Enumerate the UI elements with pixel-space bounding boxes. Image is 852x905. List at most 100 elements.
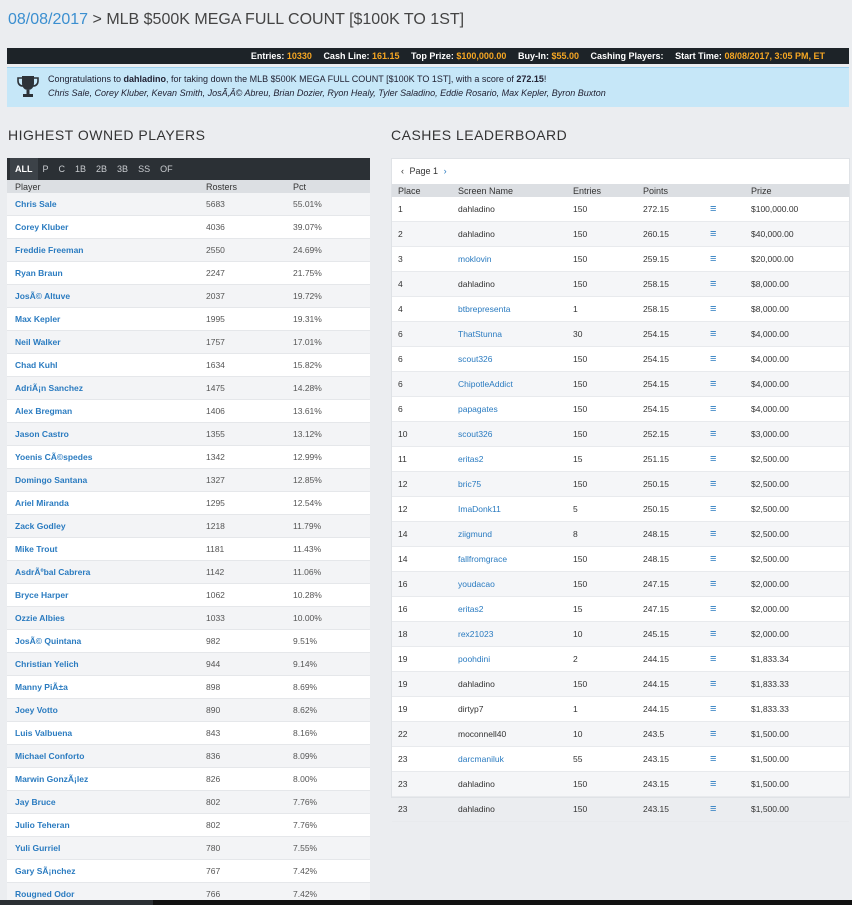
player-name-link[interactable]: Ozzie Albies bbox=[15, 613, 65, 623]
lineup-list-icon[interactable]: ≡ bbox=[710, 678, 716, 690]
lineup-list-icon[interactable]: ≡ bbox=[710, 503, 716, 515]
lineup-list-icon[interactable]: ≡ bbox=[710, 353, 716, 365]
row-points: 243.15 bbox=[643, 754, 669, 764]
lineup-list-icon[interactable]: ≡ bbox=[710, 203, 716, 215]
cashes-leaderboard: ‹ Page 1 › Place Screen Name Entries Poi… bbox=[391, 158, 850, 822]
row-screen-name[interactable]: ImaDonk11 bbox=[458, 504, 501, 514]
player-name-link[interactable]: AsdrÃºbal Cabrera bbox=[15, 567, 90, 577]
player-name-link[interactable]: Zack Godley bbox=[15, 521, 66, 531]
player-name-link[interactable]: JosÃ© Quintana bbox=[15, 636, 81, 646]
row-screen-name[interactable]: eritas2 bbox=[458, 454, 484, 464]
row-screen-name[interactable]: ziigmund bbox=[458, 529, 492, 539]
player-name-link[interactable]: Jason Castro bbox=[15, 429, 69, 439]
player-name-link[interactable]: Domingo Santana bbox=[15, 475, 87, 485]
player-name-link[interactable]: AdriÃ¡n Sanchez bbox=[15, 383, 83, 393]
lineup-list-icon[interactable]: ≡ bbox=[710, 378, 716, 390]
lineup-list-icon[interactable]: ≡ bbox=[710, 703, 716, 715]
player-name-link[interactable]: Chris Sale bbox=[15, 199, 57, 209]
lineup-list-icon[interactable]: ≡ bbox=[710, 603, 716, 615]
lineup-list-icon[interactable]: ≡ bbox=[710, 778, 716, 790]
filter-tab-3b[interactable]: 3B bbox=[112, 158, 133, 180]
lineup-list-icon[interactable]: ≡ bbox=[710, 253, 716, 265]
contest-date-link[interactable]: 08/08/2017 bbox=[8, 11, 88, 28]
player-pct: 8.16% bbox=[293, 728, 318, 738]
lineup-list-icon[interactable]: ≡ bbox=[710, 653, 716, 665]
lineup-list-icon[interactable]: ≡ bbox=[710, 303, 716, 315]
lineup-list-icon[interactable]: ≡ bbox=[710, 753, 716, 765]
scrollbar-thumb[interactable] bbox=[153, 900, 852, 905]
player-name-link[interactable]: Yoenis CÃ©spedes bbox=[15, 452, 92, 462]
lineup-list-icon[interactable]: ≡ bbox=[710, 803, 716, 815]
lineup-list-icon[interactable]: ≡ bbox=[710, 578, 716, 590]
row-screen-name[interactable]: fallfromgrace bbox=[458, 554, 507, 564]
row-screen-name[interactable]: rex21023 bbox=[458, 629, 493, 639]
player-name-link[interactable]: Freddie Freeman bbox=[15, 245, 84, 255]
player-name-link[interactable]: Manny PiÃ±a bbox=[15, 682, 68, 692]
player-name-link[interactable]: Chad Kuhl bbox=[15, 360, 58, 370]
row-screen-name[interactable]: bric75 bbox=[458, 479, 481, 489]
row-screen-name[interactable]: eritas2 bbox=[458, 604, 484, 614]
row-screen-name[interactable]: papagates bbox=[458, 404, 498, 414]
filter-tab-2b[interactable]: 2B bbox=[91, 158, 112, 180]
player-name-link[interactable]: Jay Bruce bbox=[15, 797, 56, 807]
player-name-link[interactable]: Yuli Gurriel bbox=[15, 843, 60, 853]
player-rosters: 766 bbox=[206, 889, 221, 899]
player-pct: 8.62% bbox=[293, 705, 318, 715]
filter-tab-ss[interactable]: SS bbox=[133, 158, 155, 180]
lineup-list-icon[interactable]: ≡ bbox=[710, 228, 716, 240]
lineup-list-icon[interactable]: ≡ bbox=[710, 628, 716, 640]
lineup-list-icon[interactable]: ≡ bbox=[710, 478, 716, 490]
player-name-link[interactable]: Luis Valbuena bbox=[15, 728, 72, 738]
lineup-list-icon[interactable]: ≡ bbox=[710, 328, 716, 340]
next-page-button[interactable]: › bbox=[444, 166, 447, 176]
lineup-list-icon[interactable]: ≡ bbox=[710, 428, 716, 440]
row-prize: $8,000.00 bbox=[751, 279, 789, 289]
player-rosters: 1062 bbox=[206, 590, 225, 600]
lineup-list-icon[interactable]: ≡ bbox=[710, 553, 716, 565]
player-name-link[interactable]: Joey Votto bbox=[15, 705, 58, 715]
player-name-link[interactable]: Ariel Miranda bbox=[15, 498, 69, 508]
lineup-list-icon[interactable]: ≡ bbox=[710, 278, 716, 290]
filter-tab-c[interactable]: C bbox=[54, 158, 71, 180]
row-points: 254.15 bbox=[643, 329, 669, 339]
row-screen-name[interactable]: moklovin bbox=[458, 254, 492, 264]
row-screen-name[interactable]: poohdini bbox=[458, 654, 490, 664]
player-name-link[interactable]: Max Kepler bbox=[15, 314, 60, 324]
filter-tab-p[interactable]: P bbox=[38, 158, 54, 180]
player-name-link[interactable]: JosÃ© Altuve bbox=[15, 291, 70, 301]
player-rosters: 1142 bbox=[206, 567, 225, 577]
lineup-list-icon[interactable]: ≡ bbox=[710, 453, 716, 465]
player-name-link[interactable]: Corey Kluber bbox=[15, 222, 68, 232]
player-name-link[interactable]: Alex Bregman bbox=[15, 406, 72, 416]
row-screen-name[interactable]: ThatStunna bbox=[458, 329, 502, 339]
player-name-link[interactable]: Marwin GonzÃ¡lez bbox=[15, 774, 88, 784]
row-screen-name[interactable]: youdacao bbox=[458, 579, 495, 589]
row-screen-name[interactable]: scout326 bbox=[458, 354, 493, 364]
player-name-link[interactable]: Gary SÃ¡nchez bbox=[15, 866, 75, 876]
row-screen-name[interactable]: btbrepresenta bbox=[458, 304, 510, 314]
player-name-link[interactable]: Michael Conforto bbox=[15, 751, 84, 761]
lineup-list-icon[interactable]: ≡ bbox=[710, 403, 716, 415]
filter-tab-1b[interactable]: 1B bbox=[70, 158, 91, 180]
winner-name: dahladino bbox=[123, 74, 167, 84]
player-name-link[interactable]: Bryce Harper bbox=[15, 590, 68, 600]
row-screen-name[interactable]: ChipotleAddict bbox=[458, 379, 513, 389]
row-screen-name[interactable]: scout326 bbox=[458, 429, 493, 439]
player-name-link[interactable]: Neil Walker bbox=[15, 337, 61, 347]
lineup-list-icon[interactable]: ≡ bbox=[710, 528, 716, 540]
leaderboard-row: 18 rex21023 10 245.15 ≡ $2,000.00 bbox=[392, 622, 849, 647]
row-screen-name[interactable]: darcmaniluk bbox=[458, 754, 504, 764]
horizontal-scrollbar[interactable] bbox=[0, 900, 852, 905]
player-name-link[interactable]: Mike Trout bbox=[15, 544, 58, 554]
lineup-list-icon[interactable]: ≡ bbox=[710, 728, 716, 740]
prev-page-button[interactable]: ‹ bbox=[401, 166, 404, 176]
filter-tab-all[interactable]: ALL bbox=[10, 158, 38, 180]
row-place: 19 bbox=[398, 679, 408, 689]
player-name-link[interactable]: Ryan Braun bbox=[15, 268, 63, 278]
player-name-link[interactable]: Rougned Odor bbox=[15, 889, 75, 899]
player-name-link[interactable]: Julio Teheran bbox=[15, 820, 70, 830]
filter-tab-of[interactable]: OF bbox=[155, 158, 178, 180]
row-points: 243.15 bbox=[643, 779, 669, 789]
player-pct: 14.28% bbox=[293, 383, 322, 393]
player-name-link[interactable]: Christian Yelich bbox=[15, 659, 79, 669]
